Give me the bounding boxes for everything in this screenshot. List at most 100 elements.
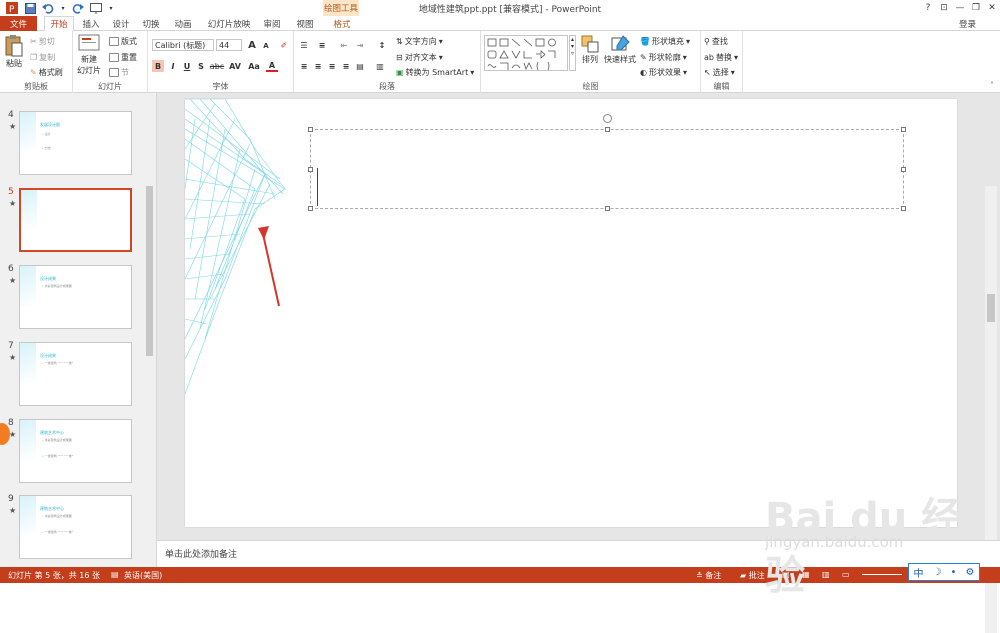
underline-button[interactable]: U: [181, 60, 193, 72]
thumbnail-slide-5[interactable]: [19, 188, 132, 252]
distributed-icon[interactable]: ▤: [354, 60, 366, 72]
resize-handle-br[interactable]: [901, 206, 906, 211]
grow-font-button[interactable]: A: [246, 39, 258, 51]
character-spacing-button[interactable]: AV: [227, 60, 243, 72]
paste-button[interactable]: 粘贴: [4, 34, 24, 69]
resize-handle-l[interactable]: [308, 167, 313, 172]
line-spacing-icon[interactable]: ↕: [376, 39, 388, 51]
cut-button[interactable]: ✂ 剪切: [30, 36, 55, 47]
thumbnail-slide-7[interactable]: 设计成果 • 一类建筑 "一" "一类": [19, 342, 132, 406]
slideshow-view-icon[interactable]: ▭: [842, 570, 850, 579]
select-button[interactable]: ↖ 选择 ▾: [704, 67, 735, 78]
ime-language-icon[interactable]: 中: [914, 565, 924, 580]
title-placeholder-textbox[interactable]: [308, 114, 906, 211]
reset-button[interactable]: 重置: [109, 52, 137, 63]
italic-button[interactable]: I: [167, 60, 179, 72]
thumbnails-scroll-thumb[interactable]: [146, 186, 153, 356]
reading-view-icon[interactable]: ▥: [822, 570, 830, 579]
undo-icon[interactable]: [42, 2, 54, 14]
redo-icon[interactable]: [72, 2, 84, 14]
notes-pane[interactable]: 单击此处添加备注: [157, 540, 1000, 567]
change-case-button[interactable]: Aa: [246, 60, 262, 72]
current-slide[interactable]: [185, 99, 957, 527]
align-text-button[interactable]: ⊟ 对齐文本 ▾: [396, 52, 443, 63]
shape-effects-button[interactable]: ◐ 形状效果 ▾: [640, 67, 687, 78]
bullets-icon[interactable]: ☰: [298, 39, 310, 51]
thumbnails-scrollbar[interactable]: [145, 96, 154, 564]
section-button[interactable]: 节: [109, 67, 129, 78]
comments-toggle-button[interactable]: ▰ 批注: [740, 570, 765, 581]
slide-sorter-icon[interactable]: ▦: [802, 570, 810, 579]
format-painter-button[interactable]: ✎ 格式刷: [30, 67, 63, 78]
moon-icon[interactable]: ☽: [933, 567, 942, 578]
replace-button[interactable]: ab 替换 ▾: [704, 52, 738, 63]
thumbnail-slide-4[interactable]: 发展设计图 • 设计 • 方式: [19, 111, 132, 175]
tab-review[interactable]: 审阅: [259, 16, 285, 31]
notes-toggle-button[interactable]: ≛ 备注: [696, 570, 721, 581]
resize-handle-t[interactable]: [605, 127, 610, 132]
tab-insert[interactable]: 插入: [78, 16, 104, 31]
find-button[interactable]: ⚲ 查找: [704, 36, 728, 47]
numbering-icon[interactable]: ≡: [316, 39, 328, 51]
login-link[interactable]: 登录: [959, 18, 976, 30]
ime-toolbar[interactable]: 中 ☽ • ⚙: [908, 563, 980, 581]
align-left-icon[interactable]: ≡: [298, 60, 310, 72]
columns-icon[interactable]: ▥: [374, 60, 386, 72]
thumbnail-slide-9[interactable]: 建筑艺术中心 • 水彩建筑设计成果展 • 一类建筑 "一" "一类": [19, 495, 132, 559]
arrange-button[interactable]: 排列: [580, 34, 600, 65]
collapse-ribbon-icon[interactable]: ˄: [990, 81, 994, 90]
align-right-icon[interactable]: ≡: [326, 60, 338, 72]
resize-handle-bl[interactable]: [308, 206, 313, 211]
shape-outline-button[interactable]: ✎ 形状轮廓 ▾: [640, 52, 687, 63]
shape-fill-button[interactable]: 🪣 形状填充 ▾: [640, 36, 690, 47]
layout-button[interactable]: 版式: [109, 36, 137, 47]
slide-scroll-thumb[interactable]: [987, 294, 995, 322]
resize-handle-tl[interactable]: [308, 127, 313, 132]
new-slide-button[interactable]: 新建 幻灯片: [77, 34, 101, 76]
shadow-button[interactable]: S: [195, 60, 207, 72]
thumbnail-slide-6[interactable]: 设计成果 • 水彩建筑设计成果展: [19, 265, 132, 329]
quick-styles-button[interactable]: 快速样式: [604, 34, 636, 65]
strikethrough-button[interactable]: abc: [209, 60, 225, 72]
tab-view[interactable]: 视图: [292, 16, 318, 31]
tab-transitions[interactable]: 切换: [138, 16, 164, 31]
bold-button[interactable]: B: [152, 60, 164, 72]
minimize-button[interactable]: —: [952, 0, 968, 16]
close-button[interactable]: ✕: [984, 0, 1000, 16]
spellcheck-icon[interactable]: ▤: [111, 570, 119, 579]
customize-qat-icon[interactable]: ▾: [108, 2, 114, 14]
resize-handle-r[interactable]: [901, 167, 906, 172]
language-indicator[interactable]: 英语(美国): [124, 570, 162, 581]
restore-button[interactable]: ❐: [968, 0, 984, 16]
punctuation-icon[interactable]: •: [951, 567, 957, 578]
dropdown-arrow-icon[interactable]: ▾: [60, 2, 66, 14]
normal-view-icon[interactable]: ▣: [782, 570, 790, 579]
increase-indent-icon[interactable]: ⇥: [354, 39, 366, 51]
zoom-slider[interactable]: [862, 574, 902, 575]
resize-handle-tr[interactable]: [901, 127, 906, 132]
shrink-font-button[interactable]: A: [260, 40, 272, 52]
tab-slideshow[interactable]: 幻灯片放映: [204, 16, 254, 31]
resize-handle-b[interactable]: [605, 206, 610, 211]
help-button[interactable]: ?: [920, 0, 936, 16]
save-icon[interactable]: [24, 2, 36, 14]
font-size-dropdown[interactable]: 44: [216, 39, 242, 51]
tab-file[interactable]: 文件: [0, 16, 37, 31]
tab-animations[interactable]: 动画: [170, 16, 196, 31]
tab-format[interactable]: 格式: [327, 16, 357, 31]
decrease-indent-icon[interactable]: ⇤: [338, 39, 350, 51]
justify-icon[interactable]: ≡: [340, 60, 352, 72]
shapes-gallery-scroll[interactable]: ▴ ▾ ▿: [569, 35, 576, 71]
font-color-button[interactable]: A: [266, 60, 278, 72]
convert-smartart-button[interactable]: ▣ 转换为 SmartArt ▾: [396, 67, 474, 78]
start-slideshow-icon[interactable]: [90, 2, 102, 14]
shapes-gallery[interactable]: [484, 35, 568, 71]
gear-icon[interactable]: ⚙: [965, 567, 974, 578]
align-center-icon[interactable]: ≡: [312, 60, 324, 72]
copy-button[interactable]: ❐ 复制: [30, 52, 55, 63]
text-direction-button[interactable]: ⇅ 文字方向 ▾: [396, 36, 443, 47]
tab-home[interactable]: 开始: [44, 16, 74, 32]
clear-formatting-icon[interactable]: ✐: [278, 39, 290, 51]
ribbon-display-button[interactable]: ⊡: [936, 0, 952, 16]
thumbnail-slide-8[interactable]: 建筑艺术中心 • 水彩建筑设计成果展 • 一类建筑 "一" "一类": [19, 419, 132, 483]
